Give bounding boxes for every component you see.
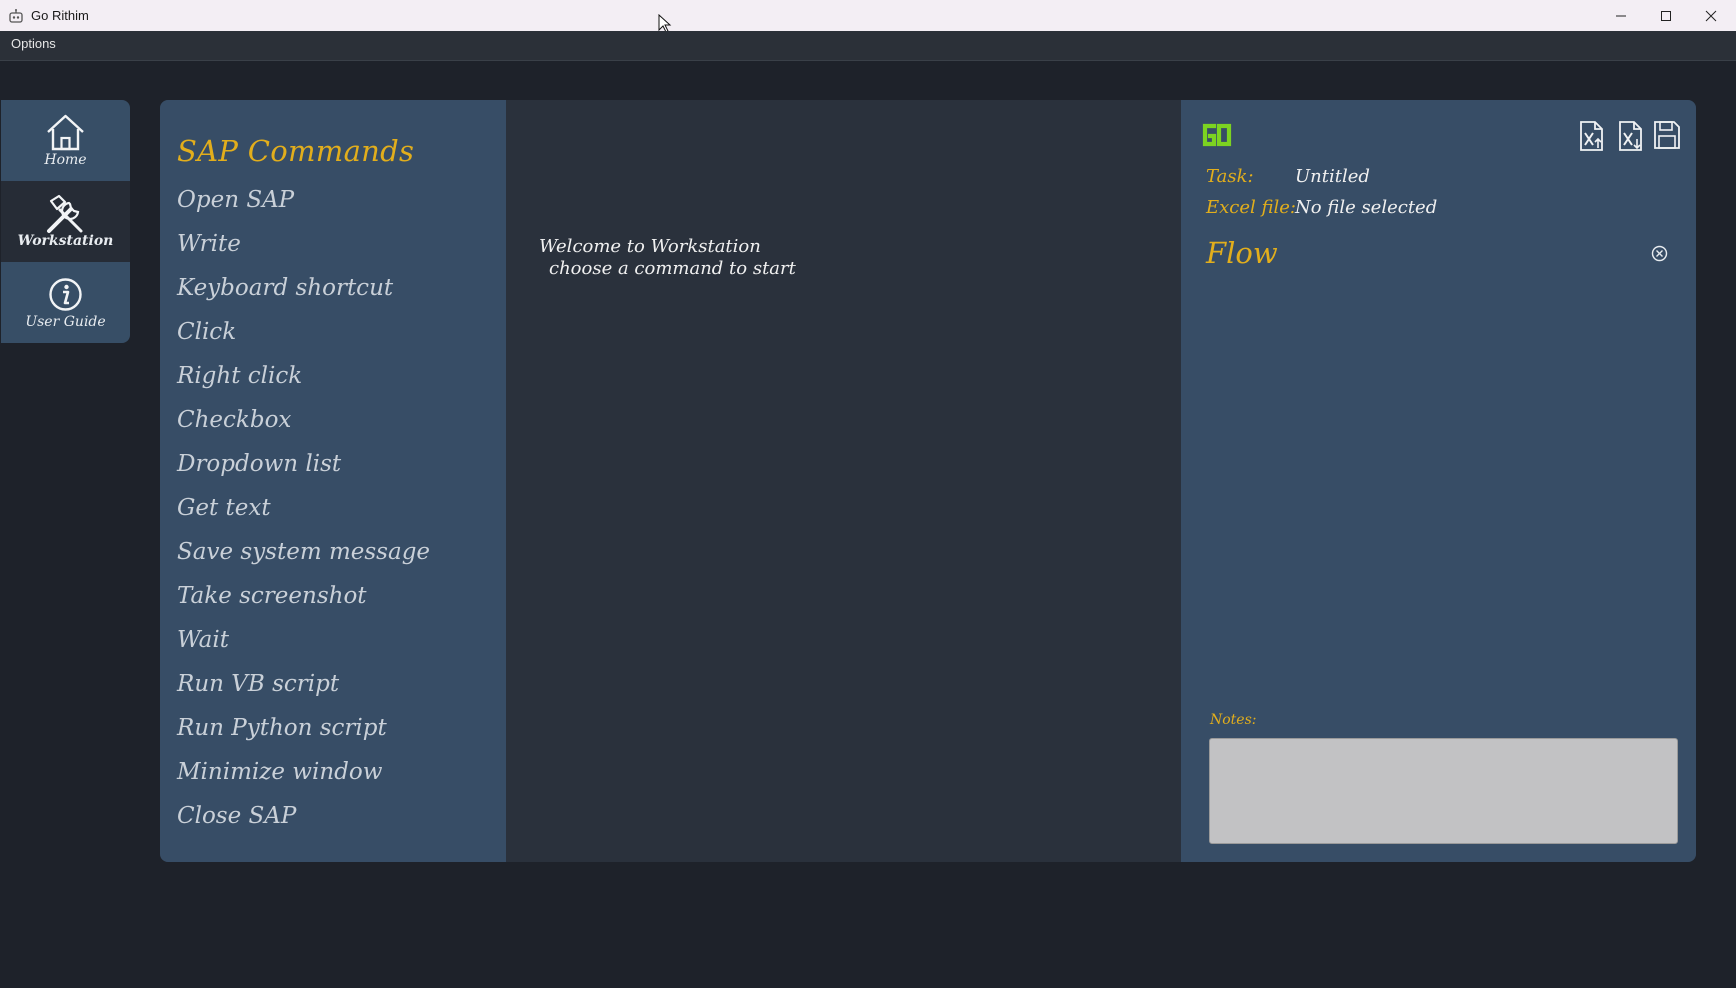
maximize-icon (1661, 10, 1671, 21)
command-dropdown-list[interactable]: Dropdown list (177, 446, 430, 490)
clear-flow-icon[interactable] (1651, 245, 1668, 262)
commands-list: Open SAP Write Keyboard shortcut Click R… (177, 182, 430, 842)
commands-title: SAP Commands (177, 134, 415, 168)
nav-home-label: Home (44, 152, 87, 168)
minimize-button[interactable] (1598, 0, 1644, 31)
commands-panel: SAP Commands Open SAP Write Keyboard sho… (160, 100, 506, 862)
command-save-system-message[interactable]: Save system message (177, 534, 430, 578)
excel-export-icon[interactable] (1617, 120, 1645, 152)
minimize-icon (1616, 15, 1626, 16)
title-bar: Go Rithim (0, 0, 1736, 33)
command-take-screenshot[interactable]: Take screenshot (177, 578, 430, 622)
task-label: Task: (1206, 166, 1254, 187)
command-minimize-window[interactable]: Minimize window (177, 754, 430, 798)
side-navigation: Home Workstation User Guide (1, 100, 130, 343)
welcome-line-1: Welcome to Workstation (539, 236, 761, 257)
window-title: Go Rithim (31, 8, 89, 23)
save-icon[interactable] (1653, 120, 1681, 150)
robot-icon (8, 8, 24, 24)
info-icon (49, 278, 82, 311)
nav-workstation-label: Workstation (17, 233, 114, 249)
main-content: SAP Commands Open SAP Write Keyboard sho… (160, 100, 1696, 862)
command-close-sap[interactable]: Close SAP (177, 798, 430, 842)
menu-bar: Options (0, 31, 1736, 61)
command-keyboard-shortcut[interactable]: Keyboard shortcut (177, 270, 430, 314)
excel-file-label: Excel file: (1206, 197, 1296, 218)
command-checkbox[interactable]: Checkbox (177, 402, 430, 446)
flow-panel: Task: Untitled Excel file: No file selec… (1181, 100, 1696, 862)
flow-title: Flow (1206, 236, 1278, 270)
command-wait[interactable]: Wait (177, 622, 430, 666)
maximize-button[interactable] (1643, 0, 1689, 31)
command-open-sap[interactable]: Open SAP (177, 182, 430, 226)
excel-file-value: No file selected (1295, 197, 1438, 218)
home-icon (47, 114, 84, 151)
nav-user-guide-label: User Guide (25, 314, 106, 330)
command-run-vb-script[interactable]: Run VB script (177, 666, 430, 710)
task-name: Untitled (1295, 166, 1370, 187)
go-logo (1202, 123, 1232, 147)
nav-home[interactable]: Home (1, 100, 130, 181)
command-right-click[interactable]: Right click (177, 358, 430, 402)
options-menu[interactable]: Options (11, 36, 56, 51)
welcome-line-2: choose a command to start (549, 258, 796, 279)
command-click[interactable]: Click (177, 314, 430, 358)
nav-workstation[interactable]: Workstation (1, 181, 130, 262)
command-get-text[interactable]: Get text (177, 490, 430, 534)
command-write[interactable]: Write (177, 226, 430, 270)
notes-label: Notes: (1210, 712, 1257, 728)
command-run-python-script[interactable]: Run Python script (177, 710, 430, 754)
close-window-button[interactable] (1688, 0, 1734, 31)
welcome-message: Welcome to Workstation choose a command … (539, 236, 796, 280)
nav-user-guide[interactable]: User Guide (1, 262, 130, 343)
excel-import-icon[interactable] (1578, 120, 1606, 152)
close-icon (1705, 10, 1717, 21)
notes-textarea[interactable] (1209, 738, 1678, 844)
tools-icon (47, 194, 83, 233)
